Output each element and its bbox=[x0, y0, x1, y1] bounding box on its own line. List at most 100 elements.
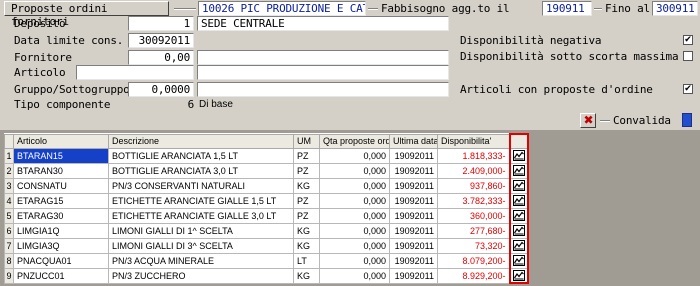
gruppo-input[interactable]: 0,0000 bbox=[128, 82, 194, 97]
tipo-componente-number[interactable]: 6 bbox=[150, 98, 195, 111]
cell-um[interactable]: PZ bbox=[293, 147, 320, 164]
header-corner bbox=[4, 133, 14, 149]
cell-descrizione[interactable]: ETICHETTE ARANCIATE GIALLE 1,5 LT bbox=[108, 192, 294, 209]
cell-descrizione[interactable]: LIMONI GIALLI DI 3^ SCELTA bbox=[108, 237, 294, 254]
cell-articolo[interactable]: CONSNATU bbox=[13, 177, 109, 194]
cell-disponibilita[interactable]: 360,000- bbox=[437, 207, 510, 224]
cell-um[interactable]: KG bbox=[293, 267, 320, 284]
row-edit-button[interactable] bbox=[508, 162, 529, 179]
row-edit-button[interactable] bbox=[508, 222, 529, 239]
cell-disponibilita[interactable]: 937,860- bbox=[437, 177, 510, 194]
cell-disponibilita[interactable]: 73,320- bbox=[437, 237, 510, 254]
cell-um[interactable]: PZ bbox=[293, 207, 320, 224]
cell-descrizione[interactable]: PN/3 CONSERVANTI NATURALI bbox=[108, 177, 294, 194]
cell-ultima-data[interactable]: 19092011 bbox=[389, 222, 438, 239]
deposito-number-input[interactable]: 1 bbox=[128, 16, 194, 31]
cell-disponibilita[interactable]: 2.409,000- bbox=[437, 162, 510, 179]
articolo-input[interactable] bbox=[76, 65, 194, 80]
cell-qta[interactable]: 0,000 bbox=[319, 162, 390, 179]
disp-negativa-checkbox[interactable]: ✔ bbox=[683, 35, 693, 45]
row-edit-button[interactable] bbox=[508, 177, 529, 194]
cell-disponibilita[interactable]: 8.929,200- bbox=[437, 267, 510, 284]
cell-descrizione[interactable]: BOTTIGLIE ARANCIATA 1,5 LT bbox=[108, 147, 294, 164]
cell-ultima-data[interactable]: 19092011 bbox=[389, 147, 438, 164]
cell-ultima-data[interactable]: 19092011 bbox=[389, 207, 438, 224]
proposte-table: Articolo Descrizione UM Qta proposte ord… bbox=[4, 133, 529, 284]
cell-um[interactable]: PZ bbox=[293, 192, 320, 209]
cell-ultima-data[interactable]: 19092011 bbox=[389, 252, 438, 269]
cell-qta[interactable]: 0,000 bbox=[319, 192, 390, 209]
cell-disponibilita[interactable]: 3.782,333- bbox=[437, 192, 510, 209]
disp-sotto-checkbox[interactable] bbox=[683, 51, 693, 61]
cell-um[interactable]: KG bbox=[293, 177, 320, 194]
fornitore-input[interactable]: 0,00 bbox=[128, 50, 194, 65]
row-edit-button[interactable] bbox=[508, 267, 529, 284]
column-header-ultima-data[interactable]: Ultima data bbox=[389, 133, 438, 149]
cell-um[interactable]: LT bbox=[293, 252, 320, 269]
table-row[interactable]: 7 LIMGIA3Q LIMONI GIALLI DI 3^ SCELTA KG… bbox=[4, 237, 529, 254]
edit-chart-icon bbox=[512, 269, 525, 281]
table-row[interactable]: 5 ETARAG30 ETICHETTE ARANCIATE GIALLE 3,… bbox=[4, 207, 529, 224]
cell-ultima-data[interactable]: 19092011 bbox=[389, 192, 438, 209]
cell-um[interactable]: KG bbox=[293, 237, 320, 254]
cell-descrizione[interactable]: PN/3 ZUCCHERO bbox=[108, 267, 294, 284]
table-row[interactable]: 9 PNZUCC01 PN/3 ZUCCHERO KG 0,000 190920… bbox=[4, 267, 529, 284]
cell-articolo[interactable]: ETARAG30 bbox=[13, 207, 109, 224]
table-row[interactable]: 1 BTARAN15 BOTTIGLIE ARANCIATA 1,5 LT PZ… bbox=[4, 147, 529, 164]
cell-articolo[interactable]: PNZUCC01 bbox=[13, 267, 109, 284]
table-row[interactable]: 3 CONSNATU PN/3 CONSERVANTI NATURALI KG … bbox=[4, 177, 529, 194]
convalida-label: Convalida bbox=[613, 114, 671, 127]
cell-articolo[interactable]: LIMGIA3Q bbox=[13, 237, 109, 254]
cell-um[interactable]: PZ bbox=[293, 162, 320, 179]
cell-ultima-data[interactable]: 19092011 bbox=[389, 177, 438, 194]
column-header-qta[interactable]: Qta proposte ordini bbox=[319, 133, 390, 149]
cell-articolo[interactable]: PNACQUA01 bbox=[13, 252, 109, 269]
company-code-field: 10026 PIC PRODUZIONE E CAT bbox=[198, 1, 366, 16]
tipo-componente-desc: Di base bbox=[199, 99, 233, 110]
cell-ultima-data[interactable]: 19092011 bbox=[389, 162, 438, 179]
column-header-disponibilita[interactable]: Disponibilita' bbox=[437, 133, 510, 149]
column-header-um[interactable]: UM bbox=[293, 133, 320, 149]
cell-ultima-data[interactable]: 19092011 bbox=[389, 267, 438, 284]
cell-descrizione[interactable]: BOTTIGLIE ARANCIATA 3,0 LT bbox=[108, 162, 294, 179]
table-row[interactable]: 8 PNACQUA01 PN/3 ACQUA MINERALE LT 0,000… bbox=[4, 252, 529, 269]
close-button[interactable]: ✖ bbox=[580, 113, 596, 128]
row-edit-button[interactable] bbox=[508, 207, 529, 224]
row-edit-button[interactable] bbox=[508, 237, 529, 254]
data-limite-input[interactable]: 30092011 bbox=[128, 33, 194, 48]
row-edit-button[interactable] bbox=[508, 147, 529, 164]
cell-qta[interactable]: 0,000 bbox=[319, 267, 390, 284]
column-header-descrizione[interactable]: Descrizione bbox=[108, 133, 294, 149]
cell-articolo[interactable]: BTARAN30 bbox=[13, 162, 109, 179]
cell-articolo[interactable]: ETARAG15 bbox=[13, 192, 109, 209]
cell-qta[interactable]: 0,000 bbox=[319, 177, 390, 194]
row-edit-button[interactable] bbox=[508, 252, 529, 269]
articoli-proposte-checkbox[interactable]: ✔ bbox=[683, 84, 693, 94]
cell-disponibilita[interactable]: 8.079,200- bbox=[437, 252, 510, 269]
cell-qta[interactable]: 0,000 bbox=[319, 207, 390, 224]
edit-chart-icon bbox=[512, 180, 525, 192]
row-number: 9 bbox=[4, 267, 14, 284]
tab-proposte-ordini[interactable]: Proposte ordini fornitori bbox=[4, 1, 169, 28]
row-edit-button[interactable] bbox=[508, 192, 529, 209]
cell-qta[interactable]: 0,000 bbox=[319, 252, 390, 269]
cell-disponibilita[interactable]: 277,680- bbox=[437, 222, 510, 239]
table-row[interactable]: 2 BTARAN30 BOTTIGLIE ARANCIATA 3,0 LT PZ… bbox=[4, 162, 529, 179]
cell-articolo[interactable]: LIMGIA1Q bbox=[13, 222, 109, 239]
convalida-toggle[interactable] bbox=[682, 113, 692, 127]
table-row[interactable]: 6 LIMGIA1Q LIMONI GIALLI DI 1^ SCELTA KG… bbox=[4, 222, 529, 239]
row-number: 8 bbox=[4, 252, 14, 269]
cell-descrizione[interactable]: LIMONI GIALLI DI 1^ SCELTA bbox=[108, 222, 294, 239]
cell-articolo[interactable]: BTARAN15 bbox=[13, 147, 109, 164]
column-header-articolo[interactable]: Articolo bbox=[13, 133, 109, 149]
cell-descrizione[interactable]: ETICHETTE ARANCIATE GIALLE 3,0 LT bbox=[108, 207, 294, 224]
cell-qta[interactable]: 0,000 bbox=[319, 237, 390, 254]
cell-ultima-data[interactable]: 19092011 bbox=[389, 237, 438, 254]
header-divider-2 bbox=[368, 8, 378, 10]
cell-qta[interactable]: 0,000 bbox=[319, 222, 390, 239]
cell-qta[interactable]: 0,000 bbox=[319, 147, 390, 164]
cell-um[interactable]: KG bbox=[293, 222, 320, 239]
cell-descrizione[interactable]: PN/3 ACQUA MINERALE bbox=[108, 252, 294, 269]
table-row[interactable]: 4 ETARAG15 ETICHETTE ARANCIATE GIALLE 1,… bbox=[4, 192, 529, 209]
cell-disponibilita[interactable]: 1.818,333- bbox=[437, 147, 510, 164]
